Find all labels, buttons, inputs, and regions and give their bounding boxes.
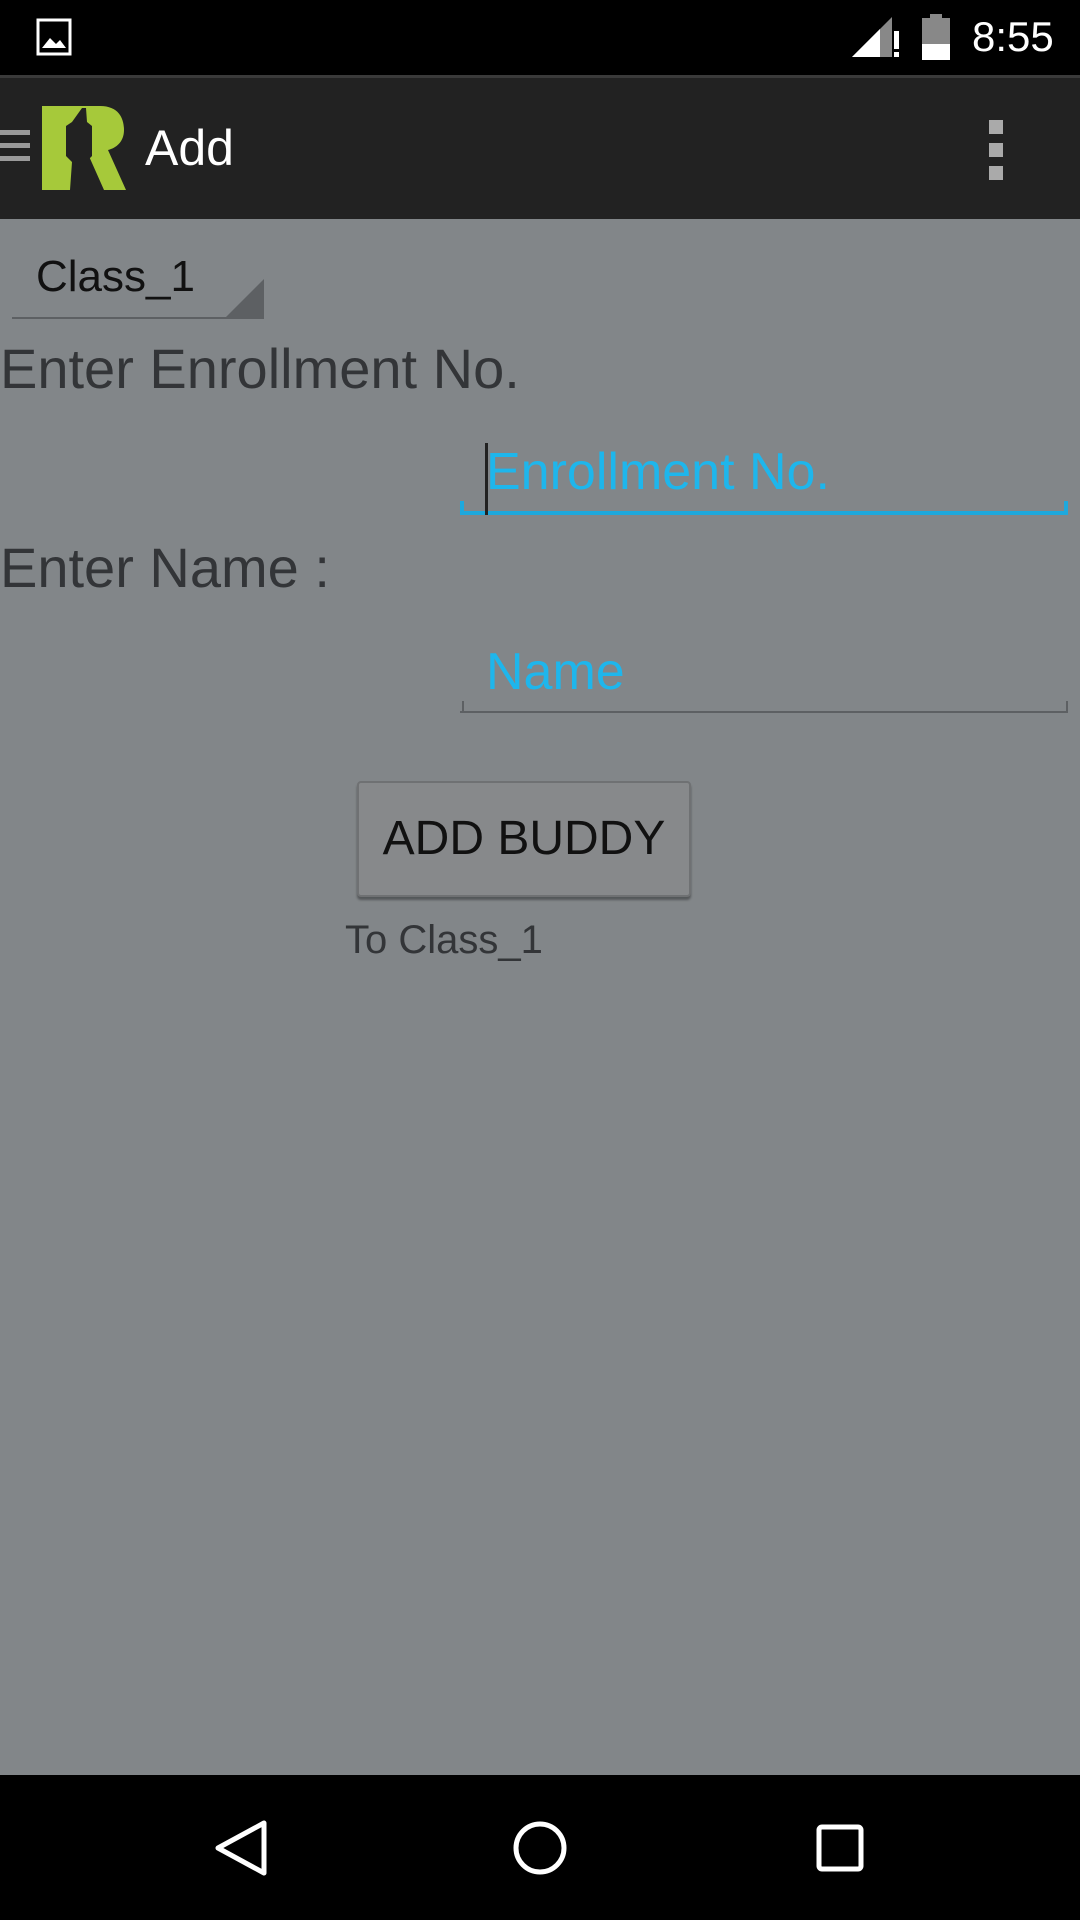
name-label: Enter Name :: [0, 536, 330, 599]
page-title: Add: [145, 120, 234, 176]
back-icon[interactable]: [206, 1813, 276, 1883]
clock: 8:55: [972, 13, 1054, 60]
enrollment-placeholder: Enrollment No.: [486, 443, 830, 501]
home-icon[interactable]: [505, 1813, 575, 1883]
class-spinner-value: Class_1: [36, 252, 195, 301]
app-bar: Add: [0, 75, 1080, 219]
name-field[interactable]: Name: [460, 631, 1068, 713]
target-class-hint: To Class_1: [345, 918, 543, 962]
enrollment-field[interactable]: Enrollment No.: [460, 431, 1068, 515]
drawer-icon[interactable]: [0, 126, 30, 166]
app-logo[interactable]: [42, 106, 126, 190]
recents-icon[interactable]: [805, 1813, 875, 1883]
signal-icon: [852, 17, 899, 57]
navigation-bar: [0, 1775, 1080, 1920]
add-buddy-button[interactable]: ADD BUDDY: [357, 781, 691, 897]
battery-icon: [922, 14, 950, 60]
name-placeholder: Name: [486, 643, 625, 701]
overflow-menu-icon[interactable]: [985, 118, 1007, 182]
status-bar: 8:55: [0, 0, 1080, 75]
enrollment-label: Enter Enrollment No.: [0, 337, 520, 400]
class-spinner[interactable]: Class_1: [12, 229, 264, 319]
add-form: Class_1 Enter Enrollment No. Enrollment …: [0, 219, 1080, 1775]
gallery-icon: [36, 18, 72, 56]
dropdown-triangle-icon: [226, 279, 264, 317]
